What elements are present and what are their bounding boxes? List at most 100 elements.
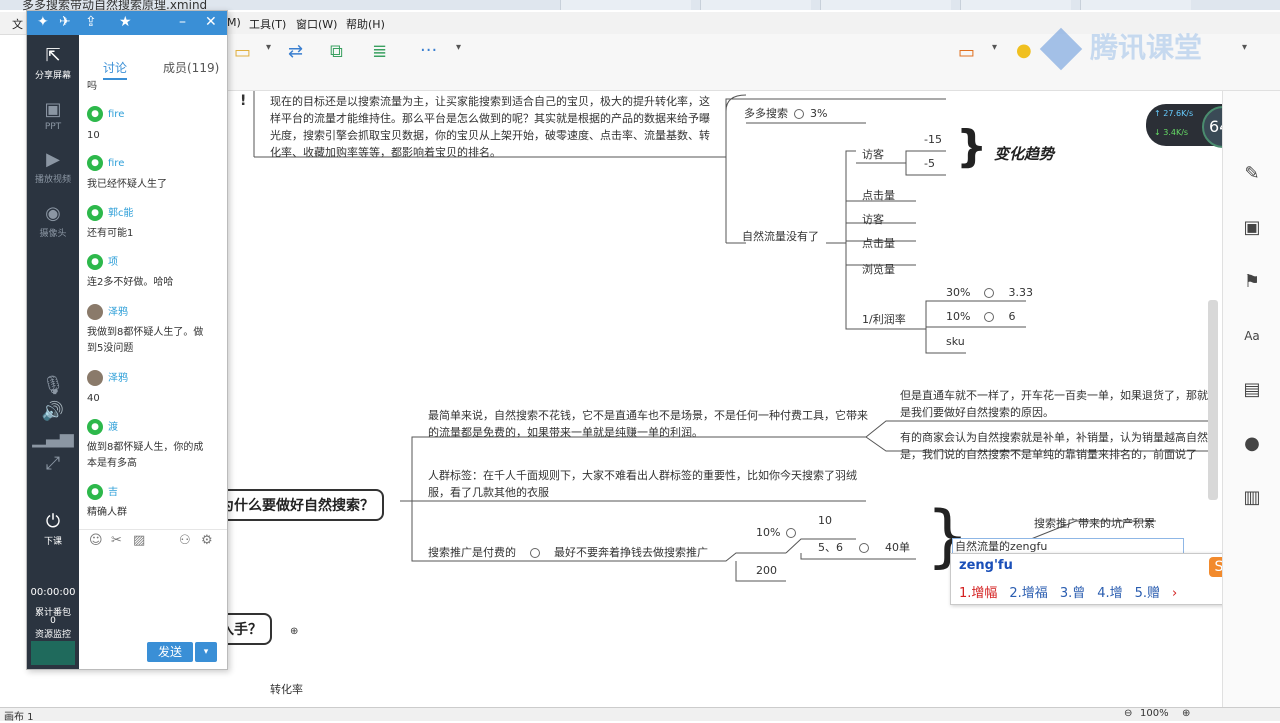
ime-candidate[interactable]: 5.赠 [1135, 586, 1160, 601]
node-paid[interactable]: 搜索推广是付费的 最好不要奔着挣钱去做搜索推广 [428, 544, 708, 560]
intro-text[interactable]: 现在的目标还是以搜索流量为主，让买家能搜索到适合自己的宝贝，极大的提升转化率，这… [270, 93, 710, 161]
more-icon[interactable]: ··· [420, 40, 437, 61]
node-duoduo-search[interactable]: 多多搜索 3% [744, 105, 827, 121]
expand-icon[interactable]: ⊕ [290, 626, 298, 637]
flag-icon[interactable]: ⚑ [1241, 271, 1263, 293]
ime-candidate[interactable]: 4.增 [1097, 586, 1122, 601]
topic-why-natural-search[interactable]: 为什么要做好自然搜索？ [212, 489, 384, 521]
node-profit-ratio[interactable]: 1/利润率 [862, 311, 906, 327]
node-visitors-2[interactable]: 访客 [862, 211, 884, 227]
boundary-icon[interactable]: ⧉ [330, 41, 343, 62]
tab-chip[interactable] [560, 0, 691, 10]
document-icon[interactable]: ▤ [1241, 379, 1263, 401]
brush-icon[interactable]: ✎ [1241, 163, 1263, 185]
shield-icon[interactable]: ✦ [37, 14, 49, 30]
clipboard-icon[interactable]: ▥ [1241, 487, 1263, 509]
canvas-name[interactable]: 画布 1 [4, 708, 34, 723]
node-10pct-b[interactable]: 10% [756, 526, 802, 539]
zoom-in-button[interactable]: ⊕ [1182, 708, 1190, 719]
tab-discussion[interactable]: 讨论 [103, 59, 128, 80]
presentation-icon[interactable]: ▭ [958, 42, 975, 63]
chevron-down-icon[interactable]: ▾ [456, 42, 461, 53]
node-minus15[interactable]: -15 [924, 133, 942, 146]
send-options-button[interactable]: ▾ [195, 642, 217, 662]
ime-candidate[interactable]: 1.增幅 [959, 586, 997, 601]
send-button[interactable]: 发送 [147, 642, 193, 662]
node-5-6[interactable]: 5、6 40单 [818, 539, 910, 555]
tab-chip[interactable] [960, 0, 1071, 10]
menu-tools[interactable]: 工具(T) [249, 16, 286, 32]
tab-chip[interactable] [1080, 0, 1191, 10]
tab-members[interactable]: 成员(119) [163, 59, 219, 76]
mindmap-canvas[interactable]: ! 现在的目标还是以搜索流量为主，让买家能搜索到适合自己的宝贝，极大的提升转化率… [212, 91, 1222, 707]
node-10[interactable]: 10 [818, 514, 832, 527]
node-crowd-text[interactable]: 人群标签：在千人千面规则下，大家不难看出人群标签的重要性，比如你今天搜索了羽绒服… [428, 467, 868, 501]
ime-candidate[interactable]: 2.增福 [1009, 586, 1047, 601]
end-class-button[interactable]: ⏻ 下课 [27, 511, 79, 547]
node-visitors[interactable]: 访客 [862, 146, 884, 162]
chat-user[interactable]: 泽鸦 [87, 303, 128, 320]
chat-user[interactable]: ● fire [87, 155, 124, 171]
tab-chip[interactable] [700, 0, 811, 10]
node-30pct[interactable]: 30% 3.33 [946, 286, 1033, 299]
node-pit-accumulation[interactable]: 搜索推广带来的坑产积累 [1034, 515, 1155, 531]
node-clicks[interactable]: 点击量 [862, 187, 895, 203]
collapse-dot[interactable] [786, 528, 797, 538]
summary-trend[interactable]: 变化趋势 [994, 143, 1054, 164]
node-clicks-2[interactable]: 点击量 [862, 235, 895, 251]
camera-button[interactable]: ◉ 摄像头 [27, 203, 79, 239]
chat-user[interactable]: ● 郭c能 [87, 204, 134, 221]
fullscreen-button[interactable]: ⤢ [27, 453, 79, 476]
relationship-icon[interactable]: ⇄ [288, 41, 303, 62]
collapse-dot[interactable] [794, 109, 804, 119]
pin-icon[interactable]: ★ [119, 14, 132, 30]
collapse-dot[interactable] [984, 312, 995, 322]
menu-window[interactable]: 窗口(W) [296, 16, 337, 32]
resource-monitor[interactable]: 资源监控 [27, 627, 79, 640]
menu-file-fragment[interactable]: 文 [12, 16, 23, 32]
chevron-down-icon[interactable]: ▾ [992, 42, 997, 53]
chat-user[interactable]: ● fire [87, 106, 124, 122]
ime-next-page[interactable]: › [1172, 586, 1177, 601]
speaker-button[interactable]: 🔊 [27, 401, 79, 424]
text-format-icon[interactable]: Aa [1241, 325, 1263, 347]
node-sku[interactable]: sku [946, 335, 965, 348]
node-simple-text[interactable]: 最简单来说，自然搜索不花钱，它不是直通车也不是场景，不是任何一种付费工具，它带来… [428, 407, 868, 441]
topic-fragment-excl[interactable]: ! [240, 93, 246, 109]
collapse-dot[interactable] [530, 548, 540, 558]
menu-item[interactable]: M) [227, 16, 241, 29]
emoji-icon[interactable]: ☺ [89, 533, 103, 548]
share-icon[interactable]: ⇪ [85, 14, 97, 30]
gear-icon[interactable]: ⚙ [201, 533, 213, 548]
node-conversion[interactable]: 转化率 [270, 681, 303, 697]
node-minus5[interactable]: -5 [924, 157, 935, 170]
menu-help[interactable]: 帮助(H) [346, 16, 385, 32]
chat-user[interactable]: ● 渡 [87, 418, 118, 435]
tab-chip[interactable] [820, 0, 951, 10]
zoom-out-button[interactable]: ⊖ [1124, 708, 1132, 719]
ime-candidate[interactable]: 3.曾 [1060, 586, 1085, 601]
node-but-text[interactable]: 但是直通车就不一样了，开车花一百卖一单，如果退货了，那就是我们要做好自然搜索的原… [900, 387, 1210, 421]
insert-topic-icon[interactable]: ▭ [234, 42, 251, 63]
lightbulb-icon[interactable]: ● [1016, 40, 1032, 61]
play-video-button[interactable]: ▶ 播放视频 [27, 149, 79, 185]
minimize-icon[interactable]: – [179, 14, 186, 30]
volume-bars-button[interactable]: ▁▃▅ [27, 427, 79, 450]
collapse-dot[interactable] [984, 288, 995, 298]
vertical-scrollbar[interactable] [1208, 300, 1218, 500]
node-merchant-text[interactable]: 有的商家会认为自然搜索就是补单，补销量，认为销量越高自然是，我们说的自然搜索不是… [900, 429, 1210, 463]
close-icon[interactable]: ✕ [205, 14, 217, 30]
image-icon[interactable]: ▣ [1241, 217, 1263, 239]
scissors-icon[interactable]: ✂ [111, 533, 122, 548]
users-icon[interactable]: ⚇ [179, 533, 191, 548]
collapse-dot[interactable] [859, 543, 869, 553]
chat-user[interactable]: ● 项 [87, 253, 118, 270]
ppt-button[interactable]: ▣ PPT [27, 99, 79, 132]
share-screen-button[interactable]: ⇱ 分享屏幕 [27, 45, 79, 81]
summary-icon[interactable]: ≣ [372, 41, 387, 62]
node-10pct[interactable]: 10% 6 [946, 310, 1015, 323]
plane-icon[interactable]: ✈ [59, 14, 71, 30]
chat-user[interactable]: ● 吉 [87, 483, 118, 500]
chevron-down-icon[interactable]: ▾ [266, 42, 271, 53]
image-icon[interactable]: ▨ [133, 533, 145, 548]
